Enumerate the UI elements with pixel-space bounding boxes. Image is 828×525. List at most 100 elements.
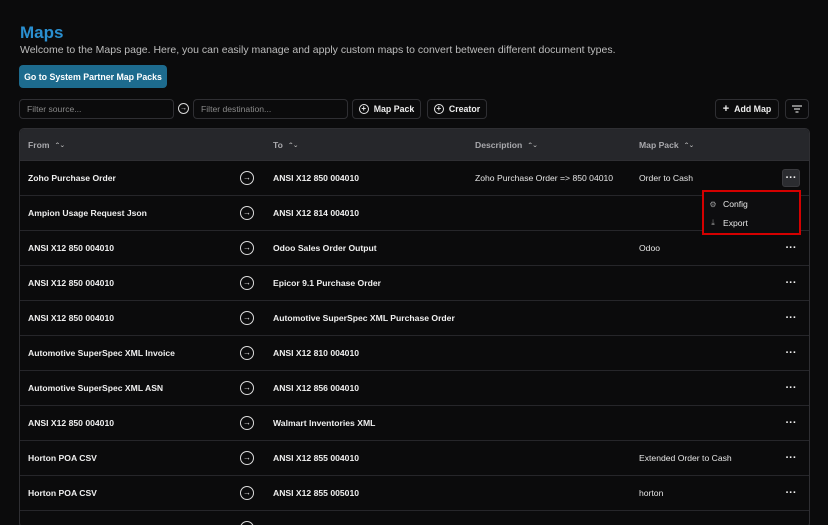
plus-circle-icon: +: [358, 104, 369, 114]
cell-to: ANSI X12 850 004010: [273, 173, 360, 183]
cell-map-pack: Odoo: [639, 243, 661, 253]
table-row[interactable]: ANSI X12 850 004010 → Epicor 9.1 Purchas…: [20, 266, 809, 301]
gear-icon: ⚙: [709, 199, 717, 209]
ellipsis-icon: ···: [785, 172, 797, 184]
column-header-from[interactable]: From ⌃⌄: [28, 140, 65, 150]
row-actions-button[interactable]: ···: [782, 274, 800, 292]
plus-circle-icon: +: [433, 104, 444, 114]
cell-to: ANSI X12 810 004010: [273, 348, 360, 358]
arrow-right-circle-icon: →: [240, 451, 254, 465]
page-subtitle: Welcome to the Maps page. Here, you can …: [20, 44, 616, 56]
row-actions-button[interactable]: ···: [782, 379, 800, 397]
row-actions-button[interactable]: ···: [782, 309, 800, 327]
cell-from: Automotive SuperSpec XML Invoice: [28, 348, 175, 358]
add-map-button[interactable]: + Add Map: [715, 99, 779, 119]
map-pack-label: Map Pack: [373, 104, 415, 114]
arrow-right-circle-icon: →: [240, 276, 254, 290]
cell-map-pack: horton: [639, 488, 664, 498]
cell-description: Zoho Purchase Order => 850 04010: [475, 173, 614, 183]
table-row[interactable]: ANSI X12 850 004010 → Odoo Sales Order O…: [20, 231, 809, 266]
ellipsis-icon: ···: [785, 452, 797, 464]
creator-button[interactable]: + Creator: [427, 99, 487, 119]
table-row[interactable]: Horton POA CSV → ANSI X12 855 004010 Ext…: [20, 441, 809, 476]
row-actions-button[interactable]: ···: [782, 484, 800, 502]
ellipsis-icon: ···: [785, 277, 797, 289]
add-map-label: Add Map: [734, 104, 772, 114]
row-actions-button[interactable]: ···: [782, 449, 800, 467]
ellipsis-icon: ···: [785, 417, 797, 429]
chevron-up-down-icon: ⌃⌄: [683, 141, 695, 149]
cell-to: Automotive SuperSpec XML Purchase Order: [273, 313, 455, 323]
cell-map-pack: Extended Order to Cash: [639, 453, 732, 463]
table-row[interactable]: ANSI X12 850 004010 → Automotive SuperSp…: [20, 301, 809, 336]
menu-item-config[interactable]: ⚙ Config: [709, 196, 748, 212]
arrow-right-circle-icon: →: [240, 206, 254, 220]
arrow-right-circle-icon: →: [240, 381, 254, 395]
maps-table: From ⌃⌄ To ⌃⌄ Description ⌃⌄ Map Pack ⌃⌄…: [19, 128, 810, 525]
arrow-right-circle-icon: →: [240, 171, 254, 185]
row-actions-button[interactable]: ···: [782, 344, 800, 362]
filter-destination-input[interactable]: [193, 99, 348, 119]
arrow-right-circle-icon: →: [240, 521, 254, 525]
table-row[interactable]: Horton POA CSV → ANSI X12 855 005010 hor…: [20, 476, 809, 511]
arrow-right-circle-icon: →: [240, 416, 254, 430]
ellipsis-icon: ···: [785, 487, 797, 499]
plus-icon: +: [722, 102, 730, 115]
ellipsis-icon: ···: [785, 347, 797, 359]
cell-from: Horton POA CSV: [28, 453, 97, 463]
column-header-map-pack[interactable]: Map Pack ⌃⌄: [639, 140, 695, 150]
table-row[interactable]: Automotive SuperSpec XML Invoice → ANSI …: [20, 336, 809, 371]
menu-item-config-label: Config: [723, 199, 748, 209]
arrow-right-circle-icon: →: [240, 241, 254, 255]
chevron-up-down-icon: ⌃⌄: [287, 141, 299, 149]
filter-source-input[interactable]: [19, 99, 174, 119]
arrow-right-circle-icon: →: [240, 346, 254, 360]
menu-item-export[interactable]: ⤓ Export: [709, 215, 748, 231]
cell-to: Walmart Inventories XML: [273, 418, 376, 428]
menu-item-export-label: Export: [723, 218, 748, 228]
column-header-description[interactable]: Description ⌃⌄: [475, 140, 538, 150]
cell-from: ANSI X12 850 004010: [28, 418, 115, 428]
table-header: From ⌃⌄ To ⌃⌄ Description ⌃⌄ Map Pack ⌃⌄: [20, 129, 809, 161]
cell-from: ANSI X12 850 004010: [28, 313, 115, 323]
row-actions-button[interactable]: ···: [782, 169, 800, 187]
table-row[interactable]: Ampion Usage Request Json → ANSI X12 814…: [20, 196, 809, 231]
toolbar: → + Map Pack + Creator + Add Map: [19, 99, 809, 119]
creator-label: Creator: [448, 104, 481, 114]
table-row[interactable]: ANSI X12 850 004010 → Walmart Inventorie…: [20, 406, 809, 441]
table-row[interactable]: Automotive SuperSpec XML ASN → ANSI X12 …: [20, 371, 809, 406]
row-actions-button[interactable]: ···: [782, 239, 800, 257]
cell-to: ANSI X12 856 004010: [273, 383, 360, 393]
arrow-right-circle-icon: →: [240, 486, 254, 500]
map-pack-button[interactable]: + Map Pack: [352, 99, 421, 119]
column-header-to[interactable]: To ⌃⌄: [273, 140, 299, 150]
arrow-right-circle-icon: →: [240, 311, 254, 325]
cell-to: Epicor 9.1 Purchase Order: [273, 278, 381, 288]
cell-from: Automotive SuperSpec XML ASN: [28, 383, 164, 393]
row-actions-button[interactable]: ···: [782, 414, 800, 432]
download-icon: ⤓: [711, 218, 715, 227]
cell-from: ANSI X12 850 004010: [28, 243, 115, 253]
cell-from: Horton POA CSV: [28, 488, 97, 498]
ellipsis-icon: ···: [785, 382, 797, 394]
cell-map-pack: Order to Cash: [639, 173, 693, 183]
chevron-up-down-icon: ⌃⌄: [527, 141, 538, 149]
chevron-up-down-icon: ⌃⌄: [54, 141, 65, 149]
cell-from: Ampion Usage Request Json: [28, 208, 147, 218]
cell-to: ANSI X12 855 004010: [273, 453, 360, 463]
page-title: Maps: [20, 23, 64, 42]
ellipsis-icon: ···: [785, 312, 797, 324]
cell-from: Zoho Purchase Order: [28, 173, 116, 183]
cell-to: ANSI X12 814 004010: [273, 208, 360, 218]
table-row[interactable]: →: [20, 511, 809, 525]
filter-lines-icon: [792, 105, 802, 113]
filter-lines-button[interactable]: [785, 99, 809, 119]
ellipsis-icon: ···: [785, 242, 797, 254]
cell-to: Odoo Sales Order Output: [273, 243, 377, 253]
cell-to: ANSI X12 855 005010: [273, 488, 360, 498]
system-partner-map-packs-button[interactable]: Go to System Partner Map Packs: [19, 65, 167, 88]
table-row[interactable]: Zoho Purchase Order → ANSI X12 850 00401…: [20, 161, 809, 196]
row-actions-menu: ⚙ Config ⤓ Export: [702, 190, 801, 235]
cell-from: ANSI X12 850 004010: [28, 278, 115, 288]
arrow-right-circle-icon: →: [178, 103, 189, 114]
